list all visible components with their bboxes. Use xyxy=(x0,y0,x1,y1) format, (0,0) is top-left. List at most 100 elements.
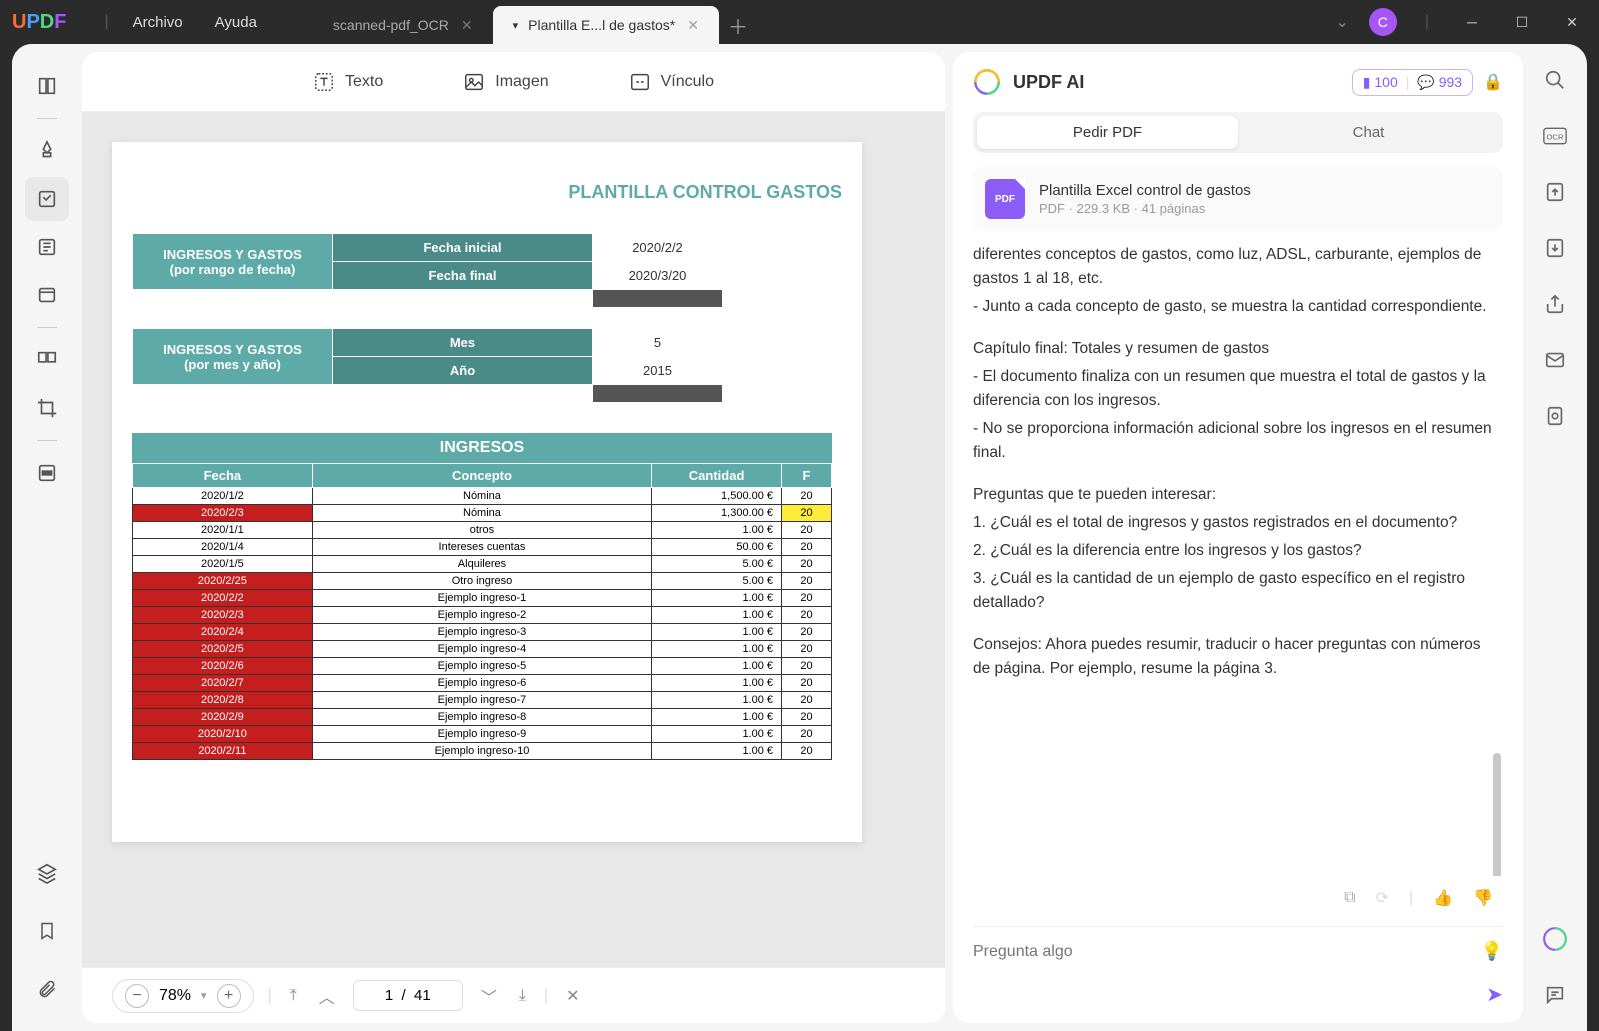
send-button[interactable]: ➤ xyxy=(973,982,1503,1007)
convert-icon[interactable] xyxy=(1539,176,1571,208)
organize-tool-icon[interactable] xyxy=(25,338,69,382)
document-area: Texto Imagen Vínculo PLANTILLA CONTROL G… xyxy=(82,52,945,1023)
row-value: 2015 xyxy=(593,357,723,385)
chevron-down-icon[interactable]: ▾ xyxy=(201,989,207,1002)
table-row: 2020/2/11Ejemplo ingreso-101.00 €20 xyxy=(133,743,832,760)
credit-badges[interactable]: ▮ 100 | 💬 993 xyxy=(1352,69,1473,96)
image-tool[interactable]: Imagen xyxy=(463,71,548,93)
comment-icon[interactable] xyxy=(1539,979,1571,1011)
text-tool[interactable]: Texto xyxy=(313,71,383,93)
response-actions: ⧉ ⟳ | 👍 👎 xyxy=(973,876,1503,926)
pdf-file-icon: PDF xyxy=(985,179,1025,219)
thumbs-up-icon[interactable]: 👍 xyxy=(1433,888,1453,908)
menu-ayuda[interactable]: Ayuda xyxy=(215,14,257,31)
row-value: 2020/2/2 xyxy=(593,234,723,262)
pdf-page: PLANTILLA CONTROL GASTOS INGRESOS Y GAST… xyxy=(112,142,862,842)
row-label: Año xyxy=(333,357,593,385)
ai-panel: UPDF AI ▮ 100 | 💬 993 🔒 Pedir PDF Chat P… xyxy=(953,52,1523,1023)
table-row: 2020/2/8Ejemplo ingreso-71.00 €20 xyxy=(133,692,832,709)
close-icon[interactable]: ✕ xyxy=(687,17,699,34)
left-toolbar xyxy=(12,44,82,1031)
search-icon[interactable] xyxy=(1539,64,1571,96)
scrollbar-thumb[interactable] xyxy=(1493,753,1501,876)
table-row: 2020/1/1otros1.00 €20 xyxy=(133,522,832,539)
tab-chat[interactable]: Chat xyxy=(1238,116,1499,149)
col-fecha: Fecha xyxy=(133,464,313,488)
titlebar: UPDF | Archivo Ayuda scanned-pdf_OCR ✕ ▾… xyxy=(0,0,1599,44)
link-tool-label: Vínculo xyxy=(661,73,714,91)
next-page-button[interactable]: ﹀ xyxy=(477,984,501,1008)
first-page-button[interactable]: ⤒ xyxy=(286,987,301,1005)
tab-pedir-pdf[interactable]: Pedir PDF xyxy=(977,116,1238,149)
share-icon[interactable] xyxy=(1539,288,1571,320)
month-year-table: INGRESOS Y GASTOS (por mes y año) Mes 5 … xyxy=(132,328,723,403)
ai-input-area: 💡 ➤ xyxy=(973,926,1503,1007)
attachment-icon[interactable] xyxy=(25,967,69,1011)
thumbs-down-icon[interactable]: 👎 xyxy=(1473,888,1493,908)
user-avatar[interactable]: C xyxy=(1369,8,1397,36)
zoom-in-button[interactable]: + xyxy=(217,984,241,1008)
ai-tabs: Pedir PDF Chat xyxy=(973,112,1503,153)
redact-tool-icon[interactable] xyxy=(25,451,69,495)
table-row: 2020/2/4Ejemplo ingreso-31.00 €20 xyxy=(133,624,832,641)
last-page-button[interactable]: ⤓ xyxy=(515,987,530,1005)
right-toolbar: OCR xyxy=(1523,44,1587,1031)
table-row: 2020/2/3Nómina1,300.00 €20 xyxy=(133,505,832,522)
image-tool-label: Imagen xyxy=(495,73,548,91)
page-viewport[interactable]: PLANTILLA CONTROL GASTOS INGRESOS Y GAST… xyxy=(82,112,945,967)
menu-archivo[interactable]: Archivo xyxy=(133,14,183,31)
ai-prompt-input[interactable] xyxy=(973,943,1481,961)
export-icon[interactable] xyxy=(1539,232,1571,264)
page-input[interactable] xyxy=(353,980,463,1011)
row-label: Fecha final xyxy=(333,262,593,290)
col-concepto: Concepto xyxy=(312,464,651,488)
ingresos-table: Fecha Concepto Cantidad F 2020/1/2Nómina… xyxy=(132,463,832,760)
print-icon[interactable] xyxy=(1539,400,1571,432)
close-nav-button[interactable]: ✕ xyxy=(562,986,583,1006)
reader-tool-icon[interactable] xyxy=(25,64,69,108)
svg-text:OCR: OCR xyxy=(1546,132,1564,141)
prev-page-button[interactable]: ︿ xyxy=(315,984,339,1008)
ocr-icon[interactable]: OCR xyxy=(1539,120,1571,152)
highlight-tool-icon[interactable] xyxy=(25,129,69,173)
ingresos-header: INGRESOS xyxy=(132,433,832,463)
table-row: 2020/1/4Intereses cuentas50.00 €20 xyxy=(133,539,832,556)
link-tool[interactable]: Vínculo xyxy=(629,71,714,93)
zoom-control: − 78% ▾ + xyxy=(112,979,254,1013)
close-icon[interactable]: ✕ xyxy=(461,17,473,34)
crop-tool-icon[interactable] xyxy=(25,386,69,430)
maximize-button[interactable]: ☐ xyxy=(1507,14,1537,31)
open-external-icon[interactable]: ⧉ xyxy=(1344,889,1355,907)
app-logo: UPDF xyxy=(12,11,66,34)
table-row: 2020/1/2Nómina1,500.00 €20 xyxy=(133,488,832,505)
lock-icon[interactable]: 🔒 xyxy=(1483,72,1503,92)
text-tool-label: Texto xyxy=(345,73,383,91)
minimize-button[interactable]: ─ xyxy=(1457,14,1487,30)
chevron-down-icon[interactable]: ▾ xyxy=(513,19,519,32)
close-button[interactable]: ✕ xyxy=(1557,14,1587,31)
ai-title: UPDF AI xyxy=(1013,72,1084,93)
zoom-out-button[interactable]: − xyxy=(125,984,149,1008)
col-cantidad: Cantidad xyxy=(652,464,782,488)
email-icon[interactable] xyxy=(1539,344,1571,376)
file-name: Plantilla Excel control de gastos xyxy=(1039,182,1251,199)
table-row: 2020/1/5Alquileres5.00 €20 xyxy=(133,556,832,573)
refresh-icon[interactable]: ⟳ xyxy=(1376,888,1389,908)
form-tool-icon[interactable] xyxy=(25,273,69,317)
chevron-down-icon[interactable]: ⌄ xyxy=(1335,12,1348,32)
zoom-value: 78% xyxy=(159,987,191,1005)
annotate-tool-icon[interactable] xyxy=(25,225,69,269)
bookmark-icon[interactable] xyxy=(25,909,69,953)
edit-tool-icon[interactable] xyxy=(25,177,69,221)
table-row: 2020/2/5Ejemplo ingreso-41.00 €20 xyxy=(133,641,832,658)
suggestions-icon[interactable]: 💡 xyxy=(1481,941,1503,962)
block1-header: INGRESOS Y GASTOS (por rango de fecha) xyxy=(133,234,333,290)
table-row: 2020/2/9Ejemplo ingreso-81.00 €20 xyxy=(133,709,832,726)
ai-logo-icon[interactable] xyxy=(1539,923,1571,955)
tab-plantilla[interactable]: ▾ Plantilla E...l de gastos* ✕ xyxy=(493,6,719,44)
new-tab-button[interactable]: ＋ xyxy=(719,6,757,44)
tab-scanned-pdf[interactable]: scanned-pdf_OCR ✕ xyxy=(313,6,493,44)
layers-icon[interactable] xyxy=(25,851,69,895)
table-row: 2020/2/3Ejemplo ingreso-21.00 €20 xyxy=(133,607,832,624)
file-card[interactable]: PDF Plantilla Excel control de gastos PD… xyxy=(973,167,1503,231)
